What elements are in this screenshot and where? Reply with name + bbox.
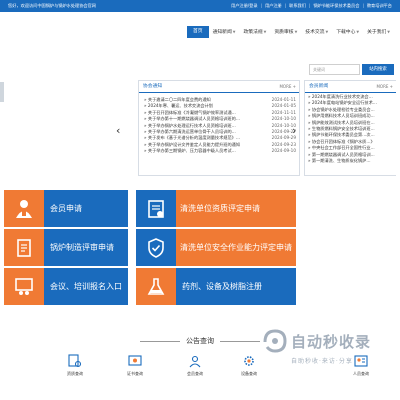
query-item-certificate[interactable]: 证书查询 (116, 354, 154, 377)
tile-label: 清洗单位资质评定申请 (180, 204, 260, 213)
tile-label: 药剂、设备及树脂注册 (182, 282, 262, 291)
nav-label: 首页 (192, 29, 203, 34)
carousel-prev-arrow[interactable]: ‹ (116, 124, 120, 137)
chevron-down-icon: ▼ (356, 30, 360, 34)
nav-about[interactable]: 关于我们▼ (363, 26, 394, 38)
panel-header: 会员新闻 MORE + (305, 81, 396, 93)
nav-label: 下载中心 (336, 30, 356, 35)
committee-link[interactable]: 锅炉节能环保技术委员会 (313, 3, 359, 9)
document-search-icon (68, 354, 82, 368)
safety-shield-icon (148, 237, 164, 258)
welcome-text: 您好，欢迎访问中国锅炉与锅炉水处理协会官网 (8, 3, 96, 8)
query-item-member[interactable]: 会员查询 (176, 354, 214, 377)
separator: | (284, 3, 287, 8)
contact-link[interactable]: 联系我们 (289, 3, 306, 9)
notice-list: » 关于邀请二〇二四年度会费的通知 2024-01-11 » 2024年寒、暑运、… (144, 97, 296, 155)
more-link[interactable]: MORE + (279, 81, 296, 92)
list-item[interactable]: » 第一期清洗、生物质炭化锅炉… (308, 158, 393, 164)
item-title: » 关于举办第三期锅炉、压力容器中级人员考试… (144, 148, 236, 154)
separator: | (362, 3, 364, 8)
tile-label: 锅炉制造评审申请 (50, 243, 114, 252)
member-news-panel: 会员新闻 MORE + » 2024年度清洗行业技术交流会… » 2024年度电… (304, 80, 396, 176)
query-label: 证书查询 (127, 371, 143, 376)
top-links: 用户注册/登录 | 用户注册 | 联系我们 | 锅炉节能环保技术委员会 | 教育培训平台 (231, 3, 392, 9)
member-badge-icon (16, 199, 32, 218)
query-item-qualification[interactable]: 资质查询 (56, 354, 94, 377)
icon-container (136, 190, 176, 227)
nav-tech[interactable]: 技术交流▼ (301, 26, 332, 38)
meeting-signup-tile[interactable]: 会议、培训报名入口 (4, 268, 128, 305)
meeting-presentation-icon (15, 277, 33, 295)
nav-qualification[interactable]: 资质审核▼ (270, 26, 301, 38)
watermark-subtext: 自助秒收·来访·分享 (291, 358, 353, 365)
watermark: 自动秒收录 自助秒收·来访·分享 (262, 326, 392, 376)
register-link[interactable]: 用户注册 (265, 3, 282, 9)
nav-label: 资质审核 (274, 30, 294, 35)
chemical-register-tile[interactable]: 药剂、设备及树脂注册 (136, 268, 296, 305)
nav-label: 技术交流 (305, 30, 325, 35)
training-platform-link[interactable]: 教育培训平台 (367, 3, 392, 9)
nav-download[interactable]: 下载中心▼ (332, 26, 363, 38)
cleaning-cert-tile[interactable]: 清洗单位资质评定申请 (136, 190, 296, 227)
chevron-down-icon: ▼ (263, 30, 267, 34)
icon-container (136, 229, 176, 266)
carousel-next-arrow[interactable]: › (292, 124, 296, 137)
certificate-icon (128, 355, 142, 366)
nav-home[interactable]: 首页 (186, 26, 209, 38)
chemical-flask-icon (147, 277, 165, 295)
separator: | (308, 3, 311, 8)
panel-title: 协会通知 (143, 84, 163, 89)
tile-label: 会议、培训报名入口 (50, 282, 122, 291)
boiler-document-icon (17, 238, 31, 257)
nav-label: 关于我们 (367, 30, 387, 35)
list-item[interactable]: » 关于举办第三期锅炉、压力容器中级人员考试… 2024-09-10 (144, 148, 296, 154)
chevron-down-icon: ▼ (387, 30, 390, 34)
member-icon (189, 355, 201, 368)
icon-container (136, 268, 176, 305)
nav-news[interactable]: 通知新闻▼ (209, 26, 240, 38)
notices-panel: 协会通知 MORE + » 关于邀请二〇二四年度会费的通知 2024-01-11 … (138, 80, 300, 176)
main-nav: 首页 通知新闻▼ 政策法规▼ 资质审核▼ 技术交流▼ 下载中心▼ 关于我们▼ (186, 26, 394, 38)
panel-title: 会员新闻 (309, 84, 329, 89)
item-title: » 第一期清洗、生物质炭化锅炉… (308, 157, 371, 163)
icon-container (4, 190, 44, 227)
boiler-review-tile[interactable]: 锅炉制造评审申请 (4, 229, 128, 266)
nav-policy[interactable]: 政策法规▼ (239, 26, 270, 38)
watermark-logo-icon (263, 329, 287, 353)
tile-label: 清洗单位安全作业能力评定申请 (180, 243, 292, 252)
item-date: 2024-09-10 (271, 148, 296, 154)
icon-container (4, 229, 44, 266)
query-label: 会员查询 (187, 371, 203, 376)
icon-container (4, 268, 44, 305)
separator: | (260, 3, 262, 8)
nav-label: 政策法规 (243, 30, 263, 35)
watermark-text: 自动秒收录 (291, 333, 372, 351)
chevron-down-icon: ▼ (294, 30, 298, 34)
login-link[interactable]: 用户注册/登录 (231, 3, 258, 9)
cleaning-certificate-icon (148, 199, 164, 218)
search-button[interactable]: 站内搜索 (362, 64, 394, 75)
query-label: 资质查询 (67, 371, 83, 376)
gear-icon (244, 356, 254, 366)
top-bar: 您好，欢迎访问中国锅炉与锅炉水处理协会官网 用户注册/登录 | 用户注册 | 联系我… (0, 0, 400, 12)
nav-label: 通知新闻 (212, 30, 232, 35)
carousel-edge (0, 82, 4, 102)
member-news-list: » 2024年度清洗行业技术交流会… » 2024年度电站锅炉安全运行技术… »… (308, 94, 393, 164)
member-apply-tile[interactable]: 会员申请 (4, 190, 128, 227)
safety-ability-tile[interactable]: 清洗单位安全作业能力评定申请 (136, 229, 296, 266)
chevron-down-icon: ▼ (325, 30, 329, 34)
search-input[interactable]: 关键词 (309, 64, 360, 75)
chevron-down-icon: ▼ (232, 30, 236, 34)
more-link[interactable]: MORE + (376, 81, 393, 92)
tile-label: 会员申请 (50, 204, 82, 213)
panel-header: 协会通知 MORE + (139, 81, 299, 93)
